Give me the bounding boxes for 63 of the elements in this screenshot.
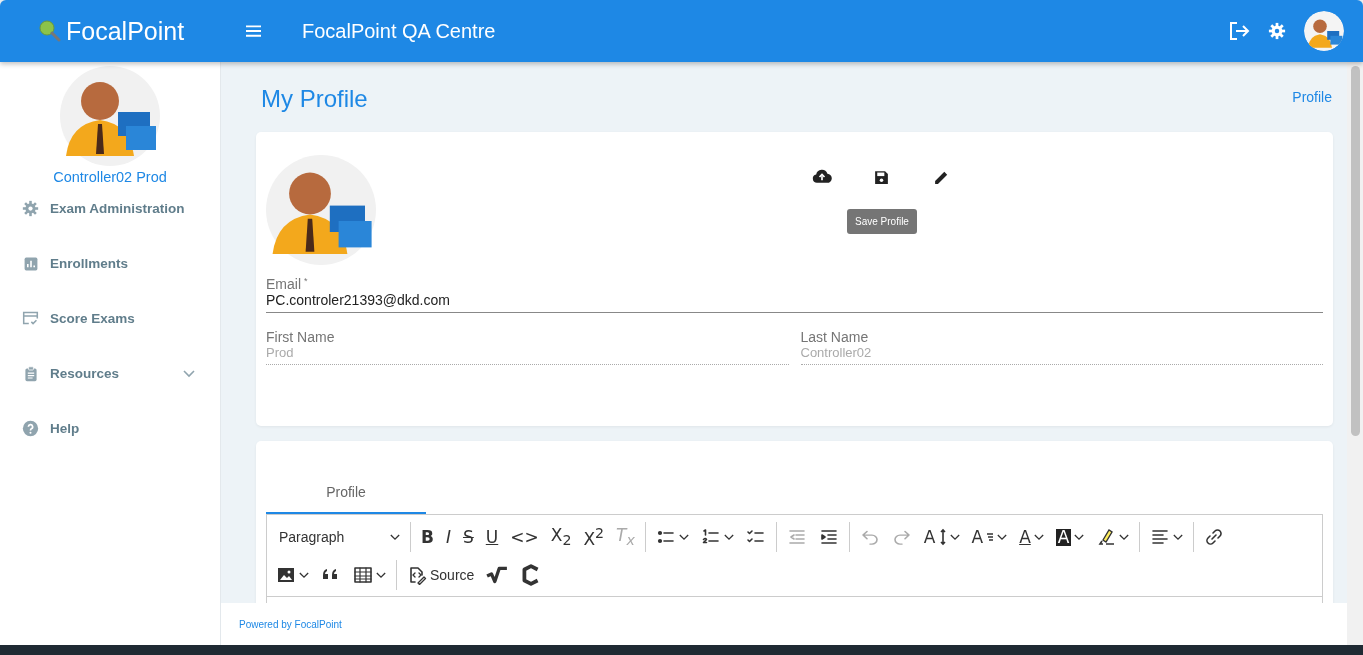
caret-icon (376, 571, 386, 579)
align-icon (1150, 527, 1171, 547)
field-label: First Name (266, 329, 335, 345)
app-title: FocalPoint QA Centre (302, 19, 496, 43)
magnifier-logo-icon (38, 19, 62, 43)
caret-icon (390, 533, 400, 541)
chevron-icon (183, 369, 195, 378)
field-label: Last Name (800, 329, 869, 345)
settings-button[interactable] (1268, 22, 1286, 40)
subscript-button[interactable]: X$_{2}$ (544, 521, 578, 553)
highlight-icon (1096, 527, 1117, 547)
font-size-button[interactable]: A (917, 521, 966, 553)
outdent-icon (786, 527, 807, 547)
field-label: Email (266, 276, 301, 292)
caret-icon (1074, 533, 1085, 541)
nav-item[interactable]: Score Exams (0, 291, 220, 346)
superscript-button[interactable]: X$^{2}$ (577, 521, 611, 553)
clipboard-icon (22, 365, 39, 382)
table-icon (353, 565, 373, 585)
caret-icon (723, 533, 734, 541)
caret-icon (1119, 533, 1130, 541)
italic-button[interactable]: I (439, 521, 457, 553)
bar-chart-icon (22, 255, 39, 272)
source-icon (407, 565, 427, 585)
caret-icon (1033, 533, 1044, 541)
page-title: My Profile (261, 85, 368, 113)
font-family-button[interactable]: A (965, 521, 1014, 553)
scrollbar[interactable] (1347, 62, 1363, 645)
nav-item[interactable]: Help (0, 401, 220, 456)
font-color-button[interactable]: A (1013, 521, 1050, 553)
double-arrow-icon (938, 527, 947, 547)
nav-item[interactable]: Enrollments (0, 236, 220, 291)
gear-icon (22, 200, 39, 217)
underline-button[interactable]: U (479, 521, 505, 553)
logout-button[interactable] (1228, 20, 1250, 42)
caret-icon (299, 571, 309, 579)
paragraph-select[interactable]: Paragraph (270, 521, 406, 553)
required-mark: * (304, 276, 308, 286)
caret-icon (1173, 533, 1184, 541)
caret-icon (949, 533, 960, 541)
logout-icon (1228, 20, 1250, 42)
indent-icon (818, 527, 839, 547)
lines-icon (986, 533, 995, 541)
tooltip: Save Profile (847, 209, 917, 234)
image-icon (276, 565, 296, 585)
tab[interactable]: Profile (266, 471, 426, 514)
gear-icon (1268, 22, 1286, 40)
caret-icon (997, 533, 1008, 541)
caret-icon (678, 533, 689, 541)
code-button[interactable]: <> (504, 521, 545, 553)
background-color-button[interactable]: A (1049, 521, 1091, 553)
help-icon (22, 420, 39, 437)
avatar-drawing[interactable] (1304, 11, 1344, 51)
source-button[interactable]: Source (401, 559, 481, 591)
card-check-icon (22, 310, 39, 327)
brand-name: FocalPoint (66, 16, 185, 46)
bold-button[interactable]: B (415, 521, 440, 553)
text-field[interactable]: PC.controler21393@dkd.com (266, 292, 1323, 313)
link-icon (1204, 527, 1225, 547)
menu-icon (246, 25, 261, 37)
nav-item[interactable]: Resources (0, 346, 220, 401)
footer-text: Powered by FocalPoint (239, 618, 342, 630)
strikethrough-button[interactable]: S (457, 521, 480, 553)
